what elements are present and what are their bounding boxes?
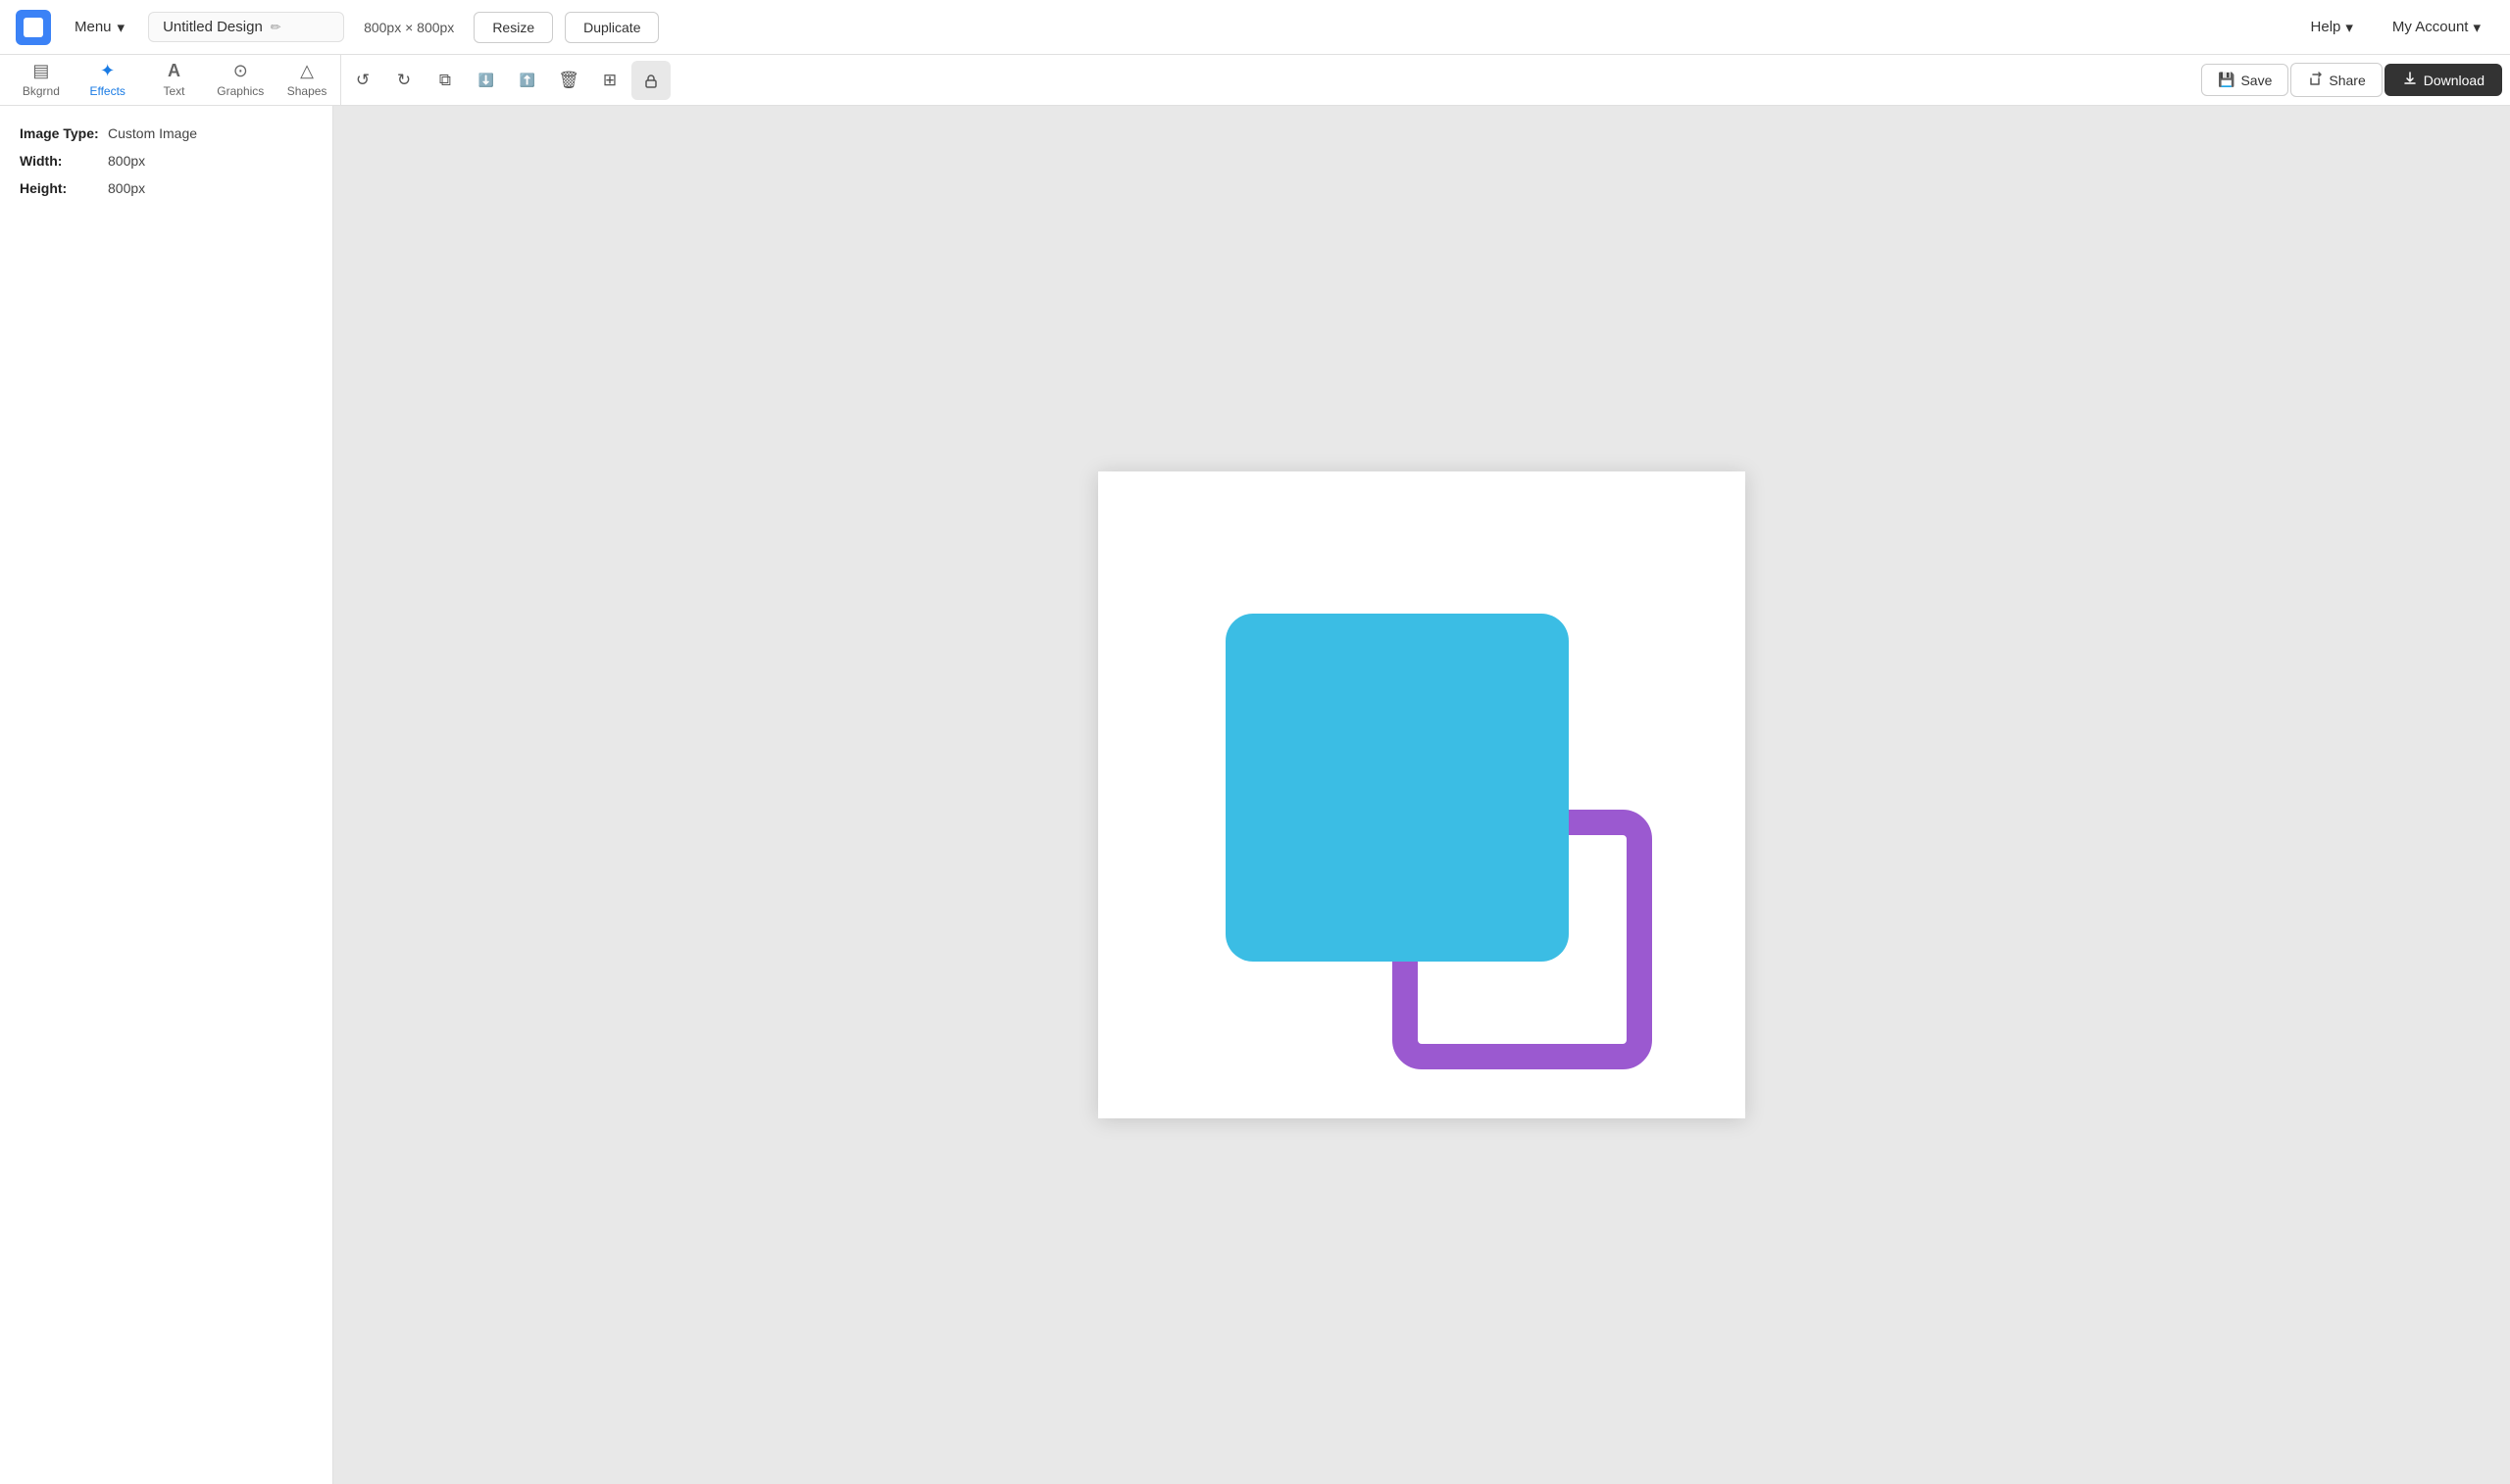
design-title: Untitled Design bbox=[163, 19, 263, 35]
app-logo bbox=[16, 10, 51, 45]
undo-button[interactable]: ↺ bbox=[343, 61, 382, 100]
save-label: Save bbox=[2240, 73, 2272, 88]
shapes-icon: △ bbox=[300, 61, 314, 81]
canvas-size: 800px × 800px bbox=[356, 20, 462, 35]
tab-effects-label: Effects bbox=[89, 84, 125, 98]
tab-text-label: Text bbox=[163, 84, 184, 98]
tab-shapes-label: Shapes bbox=[287, 84, 327, 98]
share-button[interactable]: Share bbox=[2290, 63, 2382, 97]
tab-graphics[interactable]: ⊙ Graphics bbox=[207, 53, 274, 108]
account-label: My Account bbox=[2392, 19, 2469, 35]
main-layout: Image Type: Custom Image Width: 800px He… bbox=[0, 106, 2510, 1484]
grid-button[interactable]: ⊞ bbox=[590, 61, 629, 100]
download-label: Download bbox=[2424, 73, 2485, 88]
edit-icon: ✏ bbox=[271, 20, 281, 35]
text-icon: A bbox=[168, 61, 180, 81]
help-label: Help bbox=[2311, 19, 2341, 35]
account-button[interactable]: My Account ▾ bbox=[2379, 13, 2494, 42]
top-navbar: Menu ▾ Untitled Design ✏ 800px × 800px R… bbox=[0, 0, 2510, 55]
layer-up-button[interactable]: ⬆️ bbox=[508, 61, 547, 100]
side-tabs-row: ▤ Bkgrnd ✦ Effects A Text ⊙ Graphics △ S… bbox=[8, 55, 341, 106]
menu-chevron: ▾ bbox=[118, 19, 126, 36]
share-icon bbox=[2307, 71, 2323, 89]
download-icon bbox=[2402, 71, 2418, 89]
tab-graphics-label: Graphics bbox=[217, 84, 264, 98]
tab-bkgrnd-label: Bkgrnd bbox=[23, 84, 60, 98]
app-logo-icon bbox=[24, 18, 43, 37]
graphics-icon: ⊙ bbox=[233, 61, 248, 81]
redo-button[interactable]: ↻ bbox=[384, 61, 424, 100]
tab-shapes[interactable]: △ Shapes bbox=[274, 53, 340, 108]
share-label: Share bbox=[2329, 73, 2365, 88]
canvas-container bbox=[1098, 471, 1745, 1118]
resize-button[interactable]: Resize bbox=[474, 12, 553, 43]
bkgrnd-icon: ▤ bbox=[32, 61, 49, 81]
height-row: Height: 800px bbox=[20, 180, 313, 196]
edit-toolbar: ▤ Bkgrnd ✦ Effects A Text ⊙ Graphics △ S… bbox=[0, 55, 2510, 106]
canvas-shapes bbox=[1098, 471, 1745, 1118]
width-value: 800px bbox=[108, 153, 145, 169]
canvas-area[interactable] bbox=[333, 106, 2510, 1484]
lock-icon bbox=[642, 72, 660, 89]
effects-icon: ✦ bbox=[100, 61, 115, 81]
height-value: 800px bbox=[108, 180, 145, 196]
menu-button[interactable]: Menu ▾ bbox=[63, 13, 136, 42]
title-area[interactable]: Untitled Design ✏ bbox=[148, 12, 344, 42]
shape-blue[interactable] bbox=[1226, 614, 1569, 962]
help-button[interactable]: Help ▾ bbox=[2297, 13, 2367, 42]
height-label: Height: bbox=[20, 180, 108, 196]
left-panel: Image Type: Custom Image Width: 800px He… bbox=[0, 106, 333, 1484]
tab-effects[interactable]: ✦ Effects bbox=[75, 53, 141, 108]
image-type-value: Custom Image bbox=[108, 125, 197, 141]
save-button[interactable]: 💾 Save bbox=[2201, 64, 2288, 96]
account-chevron: ▾ bbox=[2473, 19, 2481, 36]
tab-text[interactable]: A Text bbox=[141, 53, 208, 108]
image-type-row: Image Type: Custom Image bbox=[20, 125, 313, 141]
copy-button[interactable]: ⧉ bbox=[426, 61, 465, 100]
tab-bkgrnd[interactable]: ▤ Bkgrnd bbox=[8, 53, 75, 108]
width-label: Width: bbox=[20, 153, 108, 169]
image-type-label: Image Type: bbox=[20, 125, 108, 141]
layer-down-button[interactable]: ⬇️ bbox=[467, 61, 506, 100]
delete-button[interactable]: 🗑 bbox=[549, 61, 588, 100]
save-icon: 💾 bbox=[2218, 72, 2234, 88]
help-chevron: ▾ bbox=[2345, 19, 2353, 36]
menu-label: Menu bbox=[75, 19, 112, 35]
download-button[interactable]: Download bbox=[2384, 64, 2502, 96]
lock-button[interactable] bbox=[631, 61, 671, 100]
width-row: Width: 800px bbox=[20, 153, 313, 169]
duplicate-button[interactable]: Duplicate bbox=[565, 12, 659, 43]
